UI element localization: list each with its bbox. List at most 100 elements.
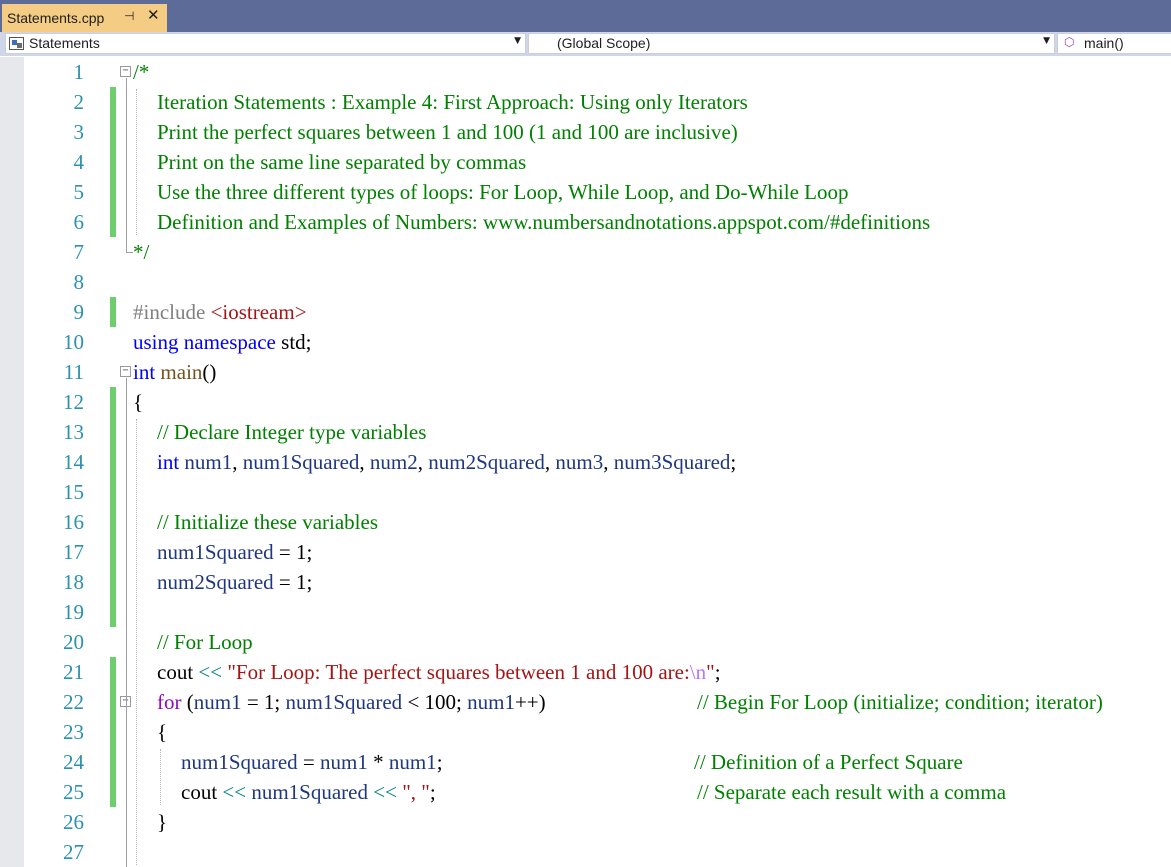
code-line[interactable]: 12 {: [0, 387, 1171, 417]
code-line[interactable]: 27: [0, 837, 1171, 867]
line-number: 8: [73, 270, 85, 294]
change-marker: [110, 177, 116, 207]
code-token: num1Squared: [285, 690, 403, 714]
code-line[interactable]: 16 // Initialize these variables: [0, 507, 1171, 537]
code-token: Definition and Examples of Numbers: www.…: [157, 210, 931, 234]
code-token: (: [181, 690, 194, 714]
pin-icon[interactable]: ⊣: [124, 9, 138, 25]
code-token: }: [157, 810, 168, 834]
line-number: 15: [63, 480, 84, 504]
code-line[interactable]: 10 using namespace std;: [0, 327, 1171, 357]
code-line[interactable]: 22−for (num1 = 1; num1Squared < 100; num…: [0, 687, 1171, 717]
code-text: num2Squared = 1;: [157, 567, 312, 597]
code-line[interactable]: 17 num1Squared = 1;: [0, 537, 1171, 567]
change-marker: [110, 297, 116, 327]
code-line[interactable]: 19: [0, 597, 1171, 627]
code-token: <iostream>: [210, 300, 307, 324]
code-line[interactable]: 24 num1Squared = num1 * num1; // Definitio…: [0, 747, 1171, 777]
code-line[interactable]: 23 {: [0, 717, 1171, 747]
code-line[interactable]: 25 cout << num1Squared << ", "; // Separat…: [0, 777, 1171, 807]
code-token: // For Loop: [157, 630, 253, 654]
document-tab[interactable]: Statements.cpp ⊣ ✕: [2, 4, 167, 32]
code-token: std;: [275, 330, 312, 354]
code-line[interactable]: 7 */: [0, 237, 1171, 267]
code-text: using namespace std;: [133, 327, 311, 357]
code-line[interactable]: 13 // Declare Integer type variables: [0, 417, 1171, 447]
close-icon[interactable]: ✕: [147, 6, 163, 26]
code-line[interactable]: 6 Definition and Examples of Numbers: www…: [0, 207, 1171, 237]
line-number: 3: [73, 120, 85, 144]
code-token: num2: [369, 450, 418, 474]
code-line[interactable]: 11 − int main(): [0, 357, 1171, 387]
code-text: Use the three different types of loops: …: [157, 177, 848, 207]
code-line[interactable]: 5 Use the three different types of loops:…: [0, 177, 1171, 207]
code-token: num1Squared: [242, 450, 360, 474]
code-line[interactable]: 2 Iteration Statements : Example 4: First…: [0, 87, 1171, 117]
collapse-icon[interactable]: −: [120, 366, 131, 377]
code-line[interactable]: 8: [0, 267, 1171, 297]
change-marker: [110, 387, 116, 417]
scope-dropdown[interactable]: (Global Scope) ▼: [528, 33, 1055, 54]
code-token: #include: [133, 300, 211, 324]
code-token: num1: [388, 750, 437, 774]
code-line[interactable]: 14 int num1, num1Squared, num2, num2Squar…: [0, 447, 1171, 477]
code-editor[interactable]: 1−/* 2 Iteration Statements : Example 4: F…: [0, 57, 1171, 867]
project-dropdown[interactable]: Statements ▼: [5, 33, 526, 54]
code-token: for: [157, 690, 182, 714]
code-token: int: [157, 450, 180, 474]
code-text: /*: [133, 57, 149, 87]
change-marker: [110, 87, 116, 117]
code-token: <<: [198, 660, 223, 684]
code-line[interactable]: 15: [0, 477, 1171, 507]
code-line[interactable]: 3 Print the perfect squares between 1 and…: [0, 117, 1171, 147]
change-marker: [110, 147, 116, 177]
line-number: 17: [63, 540, 84, 564]
code-token: = 1;: [273, 540, 313, 564]
change-marker: [110, 507, 116, 537]
code-token: ;: [730, 450, 737, 474]
code-token: = 1;: [273, 570, 313, 594]
indent-guide: [136, 419, 137, 865]
code-line[interactable]: 18 num2Squared = 1;: [0, 567, 1171, 597]
code-line[interactable]: 1 −/*: [0, 57, 1171, 87]
line-number: 23: [63, 720, 84, 744]
chevron-down-icon[interactable]: ▼: [514, 36, 521, 46]
code-token: {: [157, 720, 168, 744]
code-token: main: [160, 360, 203, 384]
code-token: num1: [193, 690, 242, 714]
change-marker: [110, 417, 116, 447]
project-name: Statements: [29, 35, 100, 51]
code-token: ", ": [402, 780, 430, 804]
code-token: <<: [373, 780, 397, 804]
code-text: */: [133, 237, 149, 267]
code-line[interactable]: 20 // For Loop: [0, 627, 1171, 657]
code-text: // Initialize these variables: [157, 507, 378, 537]
code-token: ;: [429, 780, 436, 804]
code-line[interactable]: 26}: [0, 807, 1171, 837]
code-line[interactable]: 4 Print on the same line separated by com…: [0, 147, 1171, 177]
code-text: Print on the same line separated by comm…: [157, 147, 526, 177]
code-token: num2Squared: [428, 450, 545, 474]
line-number: 6: [73, 210, 85, 234]
member-dropdown[interactable]: ⬡ main(): [1057, 33, 1171, 54]
code-token: *: [367, 750, 389, 774]
collapse-icon[interactable]: −: [120, 66, 131, 77]
code-token: ;: [436, 750, 443, 774]
line-number: 4: [73, 150, 85, 174]
code-line[interactable]: 21 cout << "For Loop: The perfect squares…: [0, 657, 1171, 687]
line-number: 13: [63, 420, 84, 444]
code-token: */: [133, 240, 150, 264]
line-number: 18: [63, 570, 84, 594]
code-token: ": [706, 660, 715, 684]
code-line[interactable]: 9 #include <iostream>: [0, 297, 1171, 327]
code-token: Iteration Statements : Example 4: First …: [157, 90, 748, 114]
change-marker: [110, 777, 116, 807]
code-token: ,: [544, 450, 556, 474]
code-token: ,: [603, 450, 614, 474]
code-token: Print the perfect squares between 1 and …: [157, 120, 738, 144]
member-name: main(): [1084, 35, 1124, 51]
code-text: for (num1 = 1; num1Squared < 100; num1++…: [157, 687, 546, 717]
chevron-down-icon[interactable]: ▼: [1043, 36, 1050, 46]
code-text: {: [133, 387, 143, 417]
code-text: {: [157, 717, 167, 747]
